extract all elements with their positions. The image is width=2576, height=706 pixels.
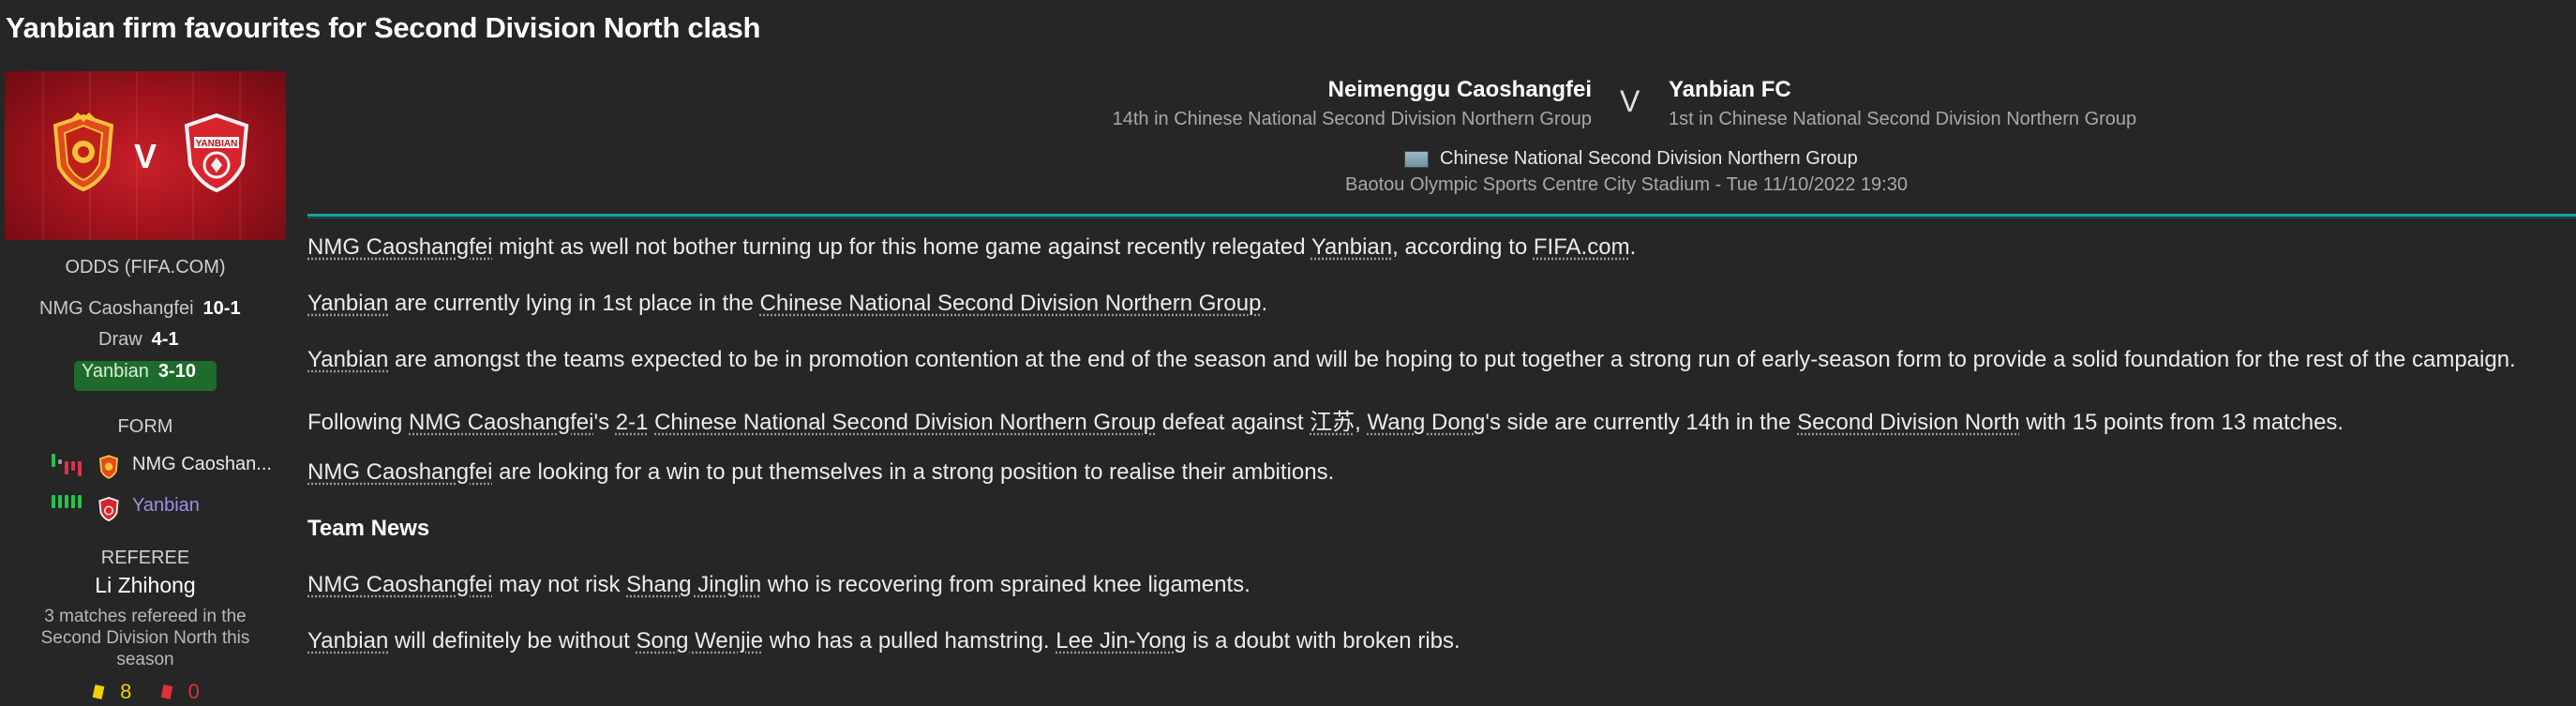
odds-row-home: NMG Caoshangfei 10-1 [39, 298, 241, 320]
odds-value: 10-1 [202, 298, 241, 319]
referee-card-stats: 8 0 [92, 679, 200, 704]
team-news-heading: Team News [307, 516, 430, 541]
competition[interactable]: Chinese National Second Division Norther… [1404, 148, 1858, 170]
home-team-position: 14th in Chinese National Second Division… [1112, 109, 1592, 129]
text: 's [593, 410, 616, 435]
paragraph-1: NMG Caoshangfei might as well not bother… [307, 234, 1636, 261]
form-bar-win [52, 454, 55, 467]
form-bar-win [65, 495, 68, 508]
match-banner: V YANBIAN [5, 71, 286, 240]
competition-name: Chinese National Second Division Norther… [1440, 148, 1858, 169]
link-team[interactable]: NMG Caoshangfei [409, 410, 593, 435]
away-team-name[interactable]: Yanbian FC [1669, 77, 2136, 103]
home-club-crest-icon [52, 113, 114, 192]
odds-team: NMG Caoshangfei [39, 298, 194, 319]
text: who has a pulled hamstring. [763, 628, 1056, 653]
link-team[interactable]: NMG Caoshangfei [307, 234, 492, 260]
form-bar-win [78, 495, 82, 508]
article-title: Yanbian firm favourites for Second Divis… [6, 11, 761, 44]
link-team[interactable]: NMG Caoshangfei [307, 572, 492, 597]
competition-flag-icon [1404, 150, 1429, 168]
text: . [1629, 234, 1637, 260]
odds-value: 4-1 [151, 329, 179, 350]
link-player[interactable]: Song Wenjie [636, 628, 763, 653]
text: , [1355, 410, 1368, 435]
link-source[interactable]: FIFA.com [1534, 234, 1630, 260]
away-team-position: 1st in Chinese National Second Division … [1669, 109, 2137, 129]
link-score[interactable]: 2-1 [616, 410, 649, 435]
odds-team: Draw [98, 329, 142, 350]
form-bar-loss [65, 461, 68, 474]
link-competition[interactable]: Second Division North [1797, 410, 2019, 435]
red-card-count: 0 [187, 680, 200, 704]
link-player[interactable]: Shang Jinglin [626, 572, 761, 597]
yellow-card-count: 8 [120, 680, 132, 704]
text: 's side are currently 14th in the [1485, 410, 1798, 435]
text: may not risk [492, 572, 627, 597]
referee-label: REFEREE [100, 548, 190, 568]
odds-row-draw: Draw 4-1 [98, 329, 179, 351]
form-team-away[interactable]: Yanbian [132, 495, 200, 517]
text: . [1261, 291, 1268, 316]
versus-label: V [1620, 84, 1640, 118]
header-divider [307, 214, 2576, 217]
banner-versus-label: V [134, 137, 157, 175]
paragraph-7: Yanbian will definitely be without Song … [307, 628, 1460, 654]
paragraph-3: Yanbian are amongst the teams expected t… [307, 347, 2516, 373]
link-player[interactable]: Lee Jin-Yong [1056, 628, 1186, 653]
home-team-name[interactable]: Neimenggu Caoshangfei [1113, 77, 1592, 103]
form-team-home[interactable]: NMG Caoshan... [132, 454, 272, 475]
paragraph-2: Yanbian are currently lying in 1st place… [307, 291, 1267, 317]
form-label: FORM [117, 416, 173, 437]
odds-team: Yanbian [82, 361, 149, 382]
form-bar-win [71, 495, 75, 508]
odds-value: 3-10 [157, 361, 196, 382]
home-club-mini-crest-icon [98, 455, 119, 479]
link-competition[interactable]: Chinese National Second Division Norther… [760, 291, 1262, 316]
form-bar-win [58, 495, 62, 508]
odds-label: ODDS (FIFA.COM) [65, 257, 226, 278]
yellow-card-icon [92, 684, 105, 700]
text: are currently lying in 1st place in the [388, 291, 760, 316]
link-team[interactable]: 江苏 [1310, 410, 1355, 435]
link-competition[interactable]: Chinese National Second Division Norther… [654, 410, 1156, 435]
form-bar-win [52, 495, 55, 508]
paragraph-4: Following NMG Caoshangfei's 2-1 Chinese … [307, 403, 2344, 436]
text: Following [307, 410, 410, 435]
text: defeat against [1156, 410, 1310, 435]
text: is a doubt with broken ribs. [1186, 628, 1460, 653]
match-header: Neimenggu Caoshangfei 14th in Chinese Na… [307, 71, 2576, 212]
text: are amongst the teams expected to be in … [388, 347, 2516, 372]
link-manager[interactable]: Wang Dong [1368, 410, 1486, 435]
text: , according to [1392, 234, 1534, 260]
form-bar-loss [78, 461, 82, 476]
text: who is recovering from sprained knee lig… [761, 572, 1251, 597]
referee-note: 3 matches refereed in the Second Divisio… [40, 607, 250, 669]
link-team[interactable]: NMG Caoshangfei [307, 459, 492, 485]
link-team[interactable]: Yanbian [307, 628, 388, 653]
referee-name[interactable]: Li Zhihong [0, 573, 291, 598]
yanbian-crest-icon: YANBIAN [184, 113, 249, 193]
link-team[interactable]: Yanbian [307, 347, 388, 372]
home-team-block: Neimenggu Caoshangfei 14th in Chinese Na… [1113, 77, 1592, 130]
venue-datetime: Baotou Olympic Sports Centre City Stadiu… [1345, 174, 1908, 195]
text: will definitely be without [388, 628, 637, 653]
yanbian-mini-crest-icon [98, 497, 119, 521]
text: are looking for a win to put themselves … [492, 459, 1335, 485]
link-team[interactable]: Yanbian [1311, 234, 1392, 260]
text: might as well not bother turning up for … [492, 234, 1311, 260]
text: with 15 points from 13 matches. [2019, 410, 2344, 435]
away-team-block: Yanbian FC 1st in Chinese National Secon… [1669, 77, 2136, 130]
odds-row-away: Yanbian 3-10 [82, 361, 196, 383]
link-team[interactable]: Yanbian [307, 291, 388, 316]
yanbian-crest-text: YANBIAN [196, 139, 238, 149]
red-card-icon [160, 684, 172, 700]
paragraph-5: NMG Caoshangfei are looking for a win to… [307, 459, 1334, 486]
form-bar-draw [58, 459, 62, 464]
form-bar-loss [71, 461, 75, 471]
paragraph-6: NMG Caoshangfei may not risk Shang Jingl… [307, 572, 1251, 598]
